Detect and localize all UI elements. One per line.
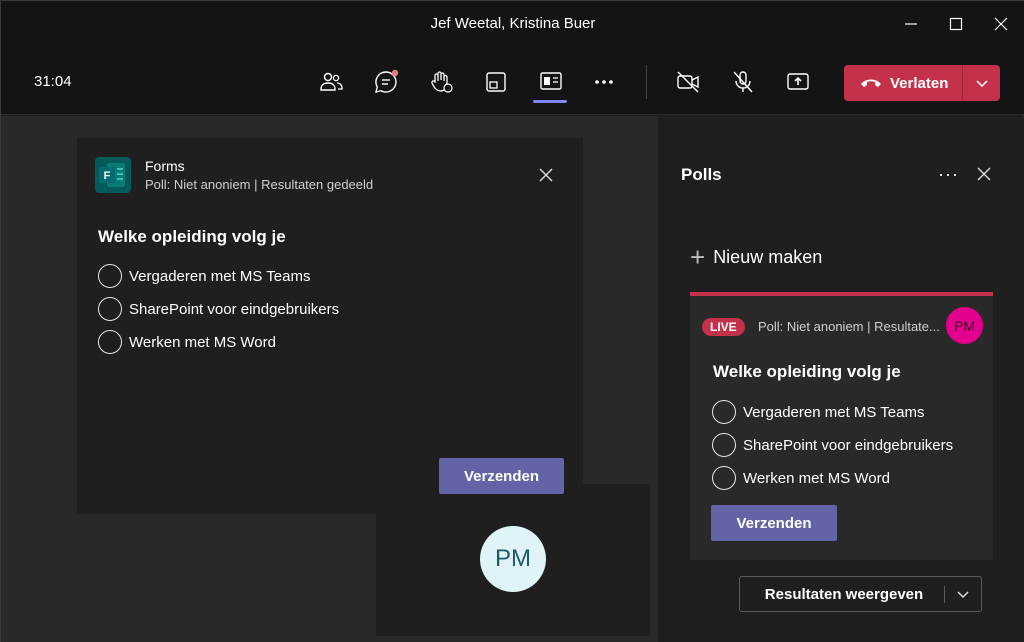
apps-icon [540, 72, 562, 90]
meeting-stage: PM F Forms Poll: Niet anoniem | Resultat… [1, 116, 657, 642]
mic-toggle-button[interactable] [728, 67, 758, 97]
new-poll-label: Nieuw maken [713, 246, 823, 267]
poll-option-label: Vergaderen met MS Teams [129, 267, 311, 285]
svg-text:F: F [104, 170, 111, 182]
people-icon [320, 72, 343, 91]
raise-hand-icon [431, 71, 453, 93]
poll-settings-text: Poll: Niet anoniem | Resultaten gedeeld [145, 177, 374, 192]
minimize-button[interactable] [896, 9, 926, 39]
poll-option-label: SharePoint voor eindgebruikers [743, 436, 954, 454]
poll-option-label: Vergaderen met MS Teams [743, 403, 925, 421]
window-title: Jef Weetal, Kristina Buer [430, 15, 596, 32]
chat-button[interactable] [371, 67, 401, 97]
poll-option[interactable]: SharePoint voor eindgebruikers [98, 297, 339, 321]
submit-button[interactable]: Verzenden [711, 505, 837, 541]
hang-up-icon [861, 79, 881, 87]
leave-options-button[interactable] [963, 65, 1000, 101]
maximize-icon [949, 17, 963, 31]
poll-option[interactable]: Vergaderen met MS Teams [712, 400, 924, 424]
radio-button[interactable] [712, 400, 736, 424]
stage-poll-card: F Forms Poll: Niet anoniem | Resultaten … [77, 138, 583, 514]
mic-off-icon [733, 71, 753, 93]
more-actions-button[interactable] [589, 67, 619, 97]
new-poll-button[interactable]: + Nieuw maken [690, 244, 822, 270]
results-options-button[interactable] [945, 589, 981, 599]
forms-app-icon: F [95, 157, 131, 193]
share-screen-button[interactable] [783, 67, 813, 97]
close-icon [994, 17, 1008, 31]
close-icon [977, 167, 991, 181]
radio-button[interactable] [98, 330, 122, 354]
maximize-button[interactable] [941, 9, 971, 39]
poll-settings-text: Poll: Niet anoniem | Resultate... [758, 319, 940, 334]
radio-button[interactable] [712, 433, 736, 457]
title-bar: Jef Weetal, Kristina Buer [1, 1, 1024, 47]
avatar: PM [946, 307, 983, 344]
radio-button[interactable] [98, 297, 122, 321]
submit-button[interactable]: Verzenden [439, 458, 564, 494]
breakout-button[interactable] [481, 67, 511, 97]
forms-app-name: Forms [145, 158, 185, 174]
poll-option[interactable]: Werken met MS Word [712, 466, 890, 490]
live-poll-card: LIVE Poll: Niet anoniem | Resultate... P… [690, 292, 993, 624]
close-icon [539, 168, 553, 182]
leave-label: Verlaten [890, 74, 949, 92]
raise-hand-button[interactable] [426, 67, 456, 97]
close-poll-button[interactable] [534, 163, 558, 187]
live-badge: LIVE [702, 318, 745, 336]
radio-button[interactable] [712, 466, 736, 490]
teams-meeting-window: Jef Weetal, Kristina Buer 31:04 Verlaten… [0, 0, 1024, 642]
radio-button[interactable] [98, 264, 122, 288]
share-icon [787, 73, 809, 90]
more-icon [595, 80, 613, 84]
poll-option-label: SharePoint voor eindgebruikers [129, 300, 340, 318]
poll-question: Welke opleiding volg je [713, 362, 901, 381]
leave-button[interactable]: Verlaten [844, 65, 963, 101]
panel-title: Polls [681, 165, 722, 184]
camera-toggle-button[interactable] [673, 67, 703, 97]
close-window-button[interactable] [986, 9, 1016, 39]
chat-icon [375, 69, 399, 93]
participants-button[interactable] [316, 67, 346, 97]
minimize-icon [905, 23, 917, 25]
avatar: PM [480, 526, 546, 592]
poll-option[interactable]: Vergaderen met MS Teams [98, 264, 310, 288]
toolbar-divider [646, 65, 647, 99]
plus-icon: + [690, 242, 706, 272]
apps-button[interactable] [536, 67, 566, 97]
meeting-timer: 31:04 [34, 73, 72, 90]
poll-option[interactable]: SharePoint voor eindgebruikers [712, 433, 953, 457]
chevron-down-icon [975, 80, 988, 88]
results-button-group: Resultaten weergeven [739, 576, 982, 612]
leave-button-group: Verlaten [844, 65, 1000, 101]
breakout-icon [486, 72, 506, 92]
panel-more-button[interactable]: ··· [938, 164, 959, 185]
meeting-toolbar: 31:04 Verlaten [1, 47, 1024, 115]
camera-off-icon [677, 71, 699, 93]
active-tab-indicator [533, 100, 567, 103]
view-results-button[interactable]: Resultaten weergeven [740, 585, 945, 603]
close-panel-button[interactable] [972, 162, 996, 186]
polls-panel: Polls ··· + Nieuw maken LIVE Poll: Niet … [657, 116, 1024, 642]
poll-question: Welke opleiding volg je [98, 227, 286, 246]
card-footer: Resultaten weergeven [690, 560, 993, 624]
poll-option-label: Werken met MS Word [743, 469, 890, 487]
chevron-down-icon [957, 591, 969, 599]
poll-option[interactable]: Werken met MS Word [98, 330, 276, 354]
poll-option-label: Werken met MS Word [129, 333, 276, 351]
